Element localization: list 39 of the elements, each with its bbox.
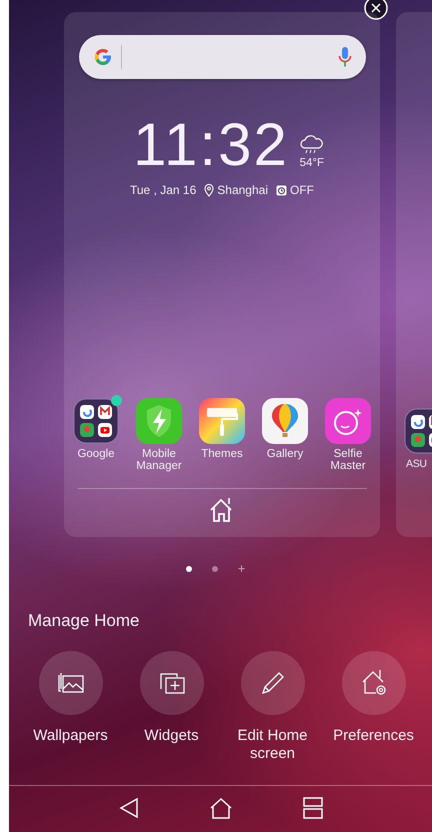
manage-home-button[interactable]: Wallpapers (20, 651, 121, 763)
location-text: Shanghai (217, 183, 268, 197)
pictures-icon (56, 671, 84, 695)
panel-title: Manage Home (28, 611, 141, 631)
close-icon[interactable] (364, 0, 388, 20)
home-page-preview[interactable]: 11:32 54°F Tue , Jan 16 Shanghai OFF Google Mobile Manager Themes Gallery Selfie Master (64, 12, 380, 537)
app-folder-icon[interactable] (73, 398, 119, 444)
app-label: Mobile Manager (135, 448, 183, 472)
face-sparkle-icon[interactable] (325, 398, 371, 444)
lightning-shield-icon[interactable] (136, 398, 182, 444)
microphone-icon[interactable] (338, 46, 352, 68)
google-g-icon (92, 47, 112, 67)
app-label: ASU (406, 458, 427, 470)
manage-home-button[interactable]: Widgets (121, 651, 222, 763)
manage-home-button[interactable]: Preferences (323, 651, 424, 763)
recent-apps-icon[interactable] (302, 797, 322, 819)
back-icon[interactable] (118, 797, 138, 819)
temperature: 54°F (300, 157, 324, 169)
page-dot[interactable] (186, 566, 192, 572)
home-icon[interactable] (208, 797, 232, 819)
alarm-clock-icon (276, 184, 287, 196)
app-label: Themes (200, 448, 244, 460)
search-bar[interactable] (78, 35, 366, 79)
app-label: Selfie Master (329, 448, 367, 472)
paint-roller-icon[interactable] (199, 398, 245, 444)
hot-air-balloon-icon[interactable] (262, 398, 308, 444)
add-page-button[interactable]: + (238, 562, 246, 576)
location-pin-icon (204, 184, 214, 196)
page-dot[interactable] (212, 566, 218, 572)
next-page-preview[interactable]: ASU (396, 12, 432, 537)
alarm-status: OFF (290, 183, 314, 197)
date-text: Tue , Jan 16 (130, 183, 196, 197)
app-label: Google (76, 448, 116, 460)
app-label: Gallery (266, 448, 304, 460)
pencil-icon (260, 670, 286, 696)
manage-home-button[interactable]: Edit Home screen (222, 651, 323, 763)
rain-cloud-icon[interactable] (298, 135, 325, 155)
add-widget-icon (158, 671, 186, 695)
clock-time[interactable]: 11:32 (133, 117, 289, 173)
